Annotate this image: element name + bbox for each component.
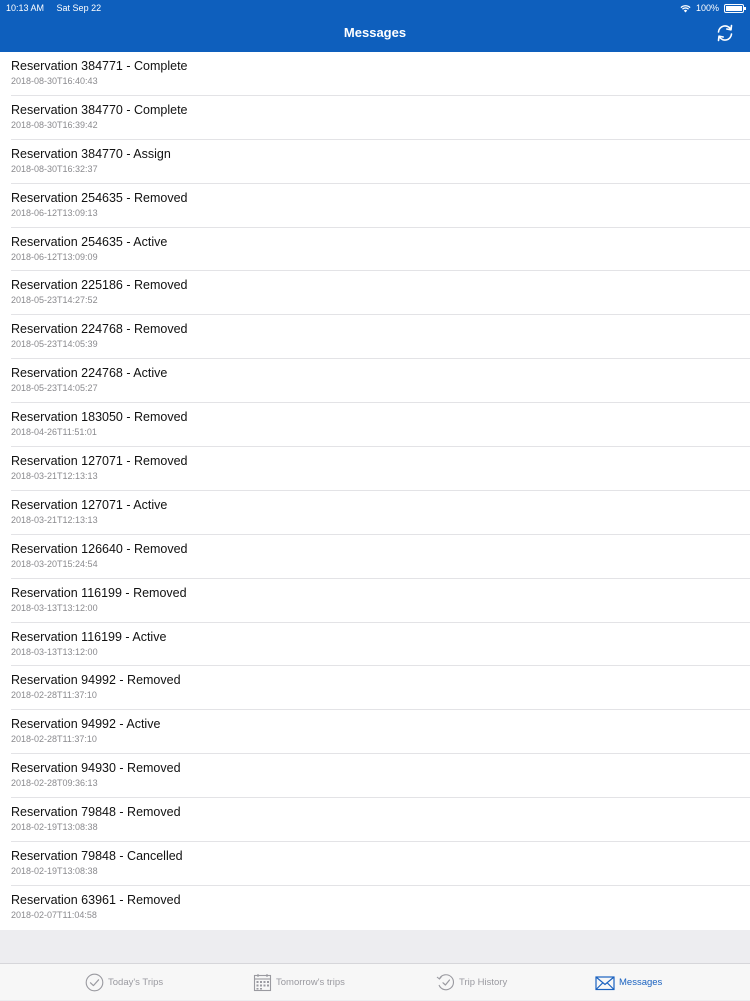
tab-messages[interactable]: Messages <box>595 964 662 1001</box>
message-row[interactable]: Reservation 116199 - Active 2018-03-13T1… <box>0 623 750 667</box>
message-title: Reservation 127071 - Removed <box>11 454 188 469</box>
message-title: Reservation 63961 - Removed <box>11 892 181 907</box>
message-title: Reservation 384770 - Assign <box>11 146 171 161</box>
message-row[interactable]: Reservation 94992 - Active 2018-02-28T11… <box>0 710 750 755</box>
message-timestamp: 2018-03-21T12:13:13 <box>11 471 98 482</box>
tab-label: Messages <box>619 977 663 988</box>
message-row[interactable]: Reservation 384770 - Complete 2018-08-30… <box>0 96 750 140</box>
message-row[interactable]: Reservation 63961 - Removed 2018-02-07T1… <box>0 886 750 930</box>
tab-todays-trips[interactable]: Today's Trips <box>85 964 163 1001</box>
message-timestamp: 2018-08-30T16:39:42 <box>11 119 98 130</box>
message-title: Reservation 224768 - Removed <box>11 322 188 337</box>
message-timestamp: 2018-03-20T15:24:54 <box>11 558 98 569</box>
history-icon <box>436 974 455 991</box>
message-timestamp: 2018-02-28T11:37:10 <box>11 690 97 701</box>
message-title: Reservation 79848 - Removed <box>11 805 181 820</box>
message-timestamp: 2018-05-23T14:05:39 <box>11 339 98 350</box>
message-title: Reservation 183050 - Removed <box>11 410 188 425</box>
message-title: Reservation 126640 - Removed <box>11 541 188 556</box>
message-title: Reservation 254635 - Removed <box>11 190 188 205</box>
message-timestamp: 2018-02-07T11:04:58 <box>11 909 97 920</box>
message-title: Reservation 94992 - Removed <box>11 673 181 688</box>
message-timestamp: 2018-02-28T11:37:10 <box>11 734 97 745</box>
message-title: Reservation 79848 - Cancelled <box>11 849 183 864</box>
message-timestamp: 2018-02-19T13:08:38 <box>11 822 98 833</box>
message-title: Reservation 116199 - Active <box>11 629 167 644</box>
message-row[interactable]: Reservation 127071 - Active 2018-03-21T1… <box>0 491 750 535</box>
message-row[interactable]: Reservation 384770 - Assign 2018-08-30T1… <box>0 140 750 184</box>
tab-label: Tomorrow's trips <box>276 977 345 988</box>
message-timestamp: 2018-02-28T09:36:13 <box>11 778 98 789</box>
message-row[interactable]: Reservation 254635 - Removed 2018-06-12T… <box>0 184 750 228</box>
message-timestamp: 2018-03-13T13:12:00 <box>11 602 98 613</box>
status-date: Sat Sep 22 <box>56 3 102 13</box>
message-row[interactable]: Reservation 224768 - Active 2018-05-23T1… <box>0 359 750 404</box>
message-timestamp: 2018-08-30T16:40:43 <box>11 76 98 86</box>
message-title: Reservation 127071 - Active <box>11 497 168 512</box>
message-row[interactable]: Reservation 127071 - Removed 2018-03-21T… <box>0 447 750 491</box>
message-title: Reservation 94992 - Active <box>11 717 161 732</box>
status-bar: 10:13 AM Sat Sep 22 100% <box>0 0 750 16</box>
wifi-icon <box>680 4 691 12</box>
message-title: Reservation 254635 - Active <box>11 234 168 249</box>
message-row[interactable]: Reservation 126640 - Removed 2018-03-20T… <box>0 535 750 579</box>
message-row[interactable]: Reservation 79848 - Cancelled 2018-02-19… <box>0 842 750 886</box>
message-row[interactable]: Reservation 224768 - Removed 2018-05-23T… <box>0 315 750 360</box>
message-row[interactable]: Reservation 79848 - Removed 2018-02-19T1… <box>0 798 750 842</box>
tab-tomorrows-trips[interactable]: Tomorrow's trips <box>253 964 345 1001</box>
message-row[interactable]: Reservation 384771 - Complete 2018-08-30… <box>0 52 750 96</box>
message-timestamp: 2018-06-12T13:09:13 <box>11 207 98 218</box>
navigation-header: 10:13 AM Sat Sep 22 100% Messages <box>0 0 750 52</box>
tab-bar: Today's Trips Tomorrow's trips Trip Hist… <box>0 963 750 1000</box>
tab-label: Today's Trips <box>108 977 164 988</box>
message-title: Reservation 384771 - Complete <box>11 59 188 73</box>
envelope-icon <box>595 975 615 990</box>
check-circle-icon <box>85 973 104 992</box>
message-title: Reservation 94930 - Removed <box>11 761 181 776</box>
message-row[interactable]: Reservation 94930 - Removed 2018-02-28T0… <box>0 754 750 799</box>
calendar-icon <box>253 974 272 992</box>
refresh-button[interactable] <box>714 22 736 44</box>
message-title: Reservation 384770 - Complete <box>11 102 188 117</box>
message-timestamp: 2018-03-13T13:12:00 <box>11 646 98 657</box>
message-row[interactable]: Reservation 116199 - Removed 2018-03-13T… <box>0 579 750 623</box>
message-timestamp: 2018-08-30T16:32:37 <box>11 163 98 174</box>
message-timestamp: 2018-04-26T11:51:01 <box>11 427 97 438</box>
message-title: Reservation 116199 - Removed <box>11 585 187 600</box>
refresh-icon <box>717 24 733 42</box>
message-timestamp: 2018-05-23T14:05:27 <box>11 383 98 394</box>
message-row[interactable]: Reservation 94992 - Removed 2018-02-28T1… <box>0 666 750 711</box>
page-title: Messages <box>343 25 407 40</box>
message-row[interactable]: Reservation 254635 - Active 2018-06-12T1… <box>0 228 750 272</box>
message-timestamp: 2018-03-21T12:13:13 <box>11 514 98 525</box>
battery-percent: 100% <box>695 3 719 13</box>
message-timestamp: 2018-05-23T14:27:52 <box>11 295 98 306</box>
message-row[interactable]: Reservation 183050 - Removed 2018-04-26T… <box>0 403 750 447</box>
message-row[interactable]: Reservation 225186 - Removed 2018-05-23T… <box>0 271 750 316</box>
message-title: Reservation 225186 - Removed <box>11 278 188 293</box>
battery-icon <box>724 3 746 13</box>
messages-list: Reservation 384771 - Complete 2018-08-30… <box>0 52 750 930</box>
message-timestamp: 2018-06-12T13:09:09 <box>11 251 98 262</box>
status-time: 10:13 AM <box>6 3 45 13</box>
message-title: Reservation 224768 - Active <box>11 366 168 381</box>
tab-trip-history[interactable]: Trip History <box>435 964 507 1001</box>
tab-label: Trip History <box>459 977 508 988</box>
message-timestamp: 2018-02-19T13:08:38 <box>11 866 98 877</box>
